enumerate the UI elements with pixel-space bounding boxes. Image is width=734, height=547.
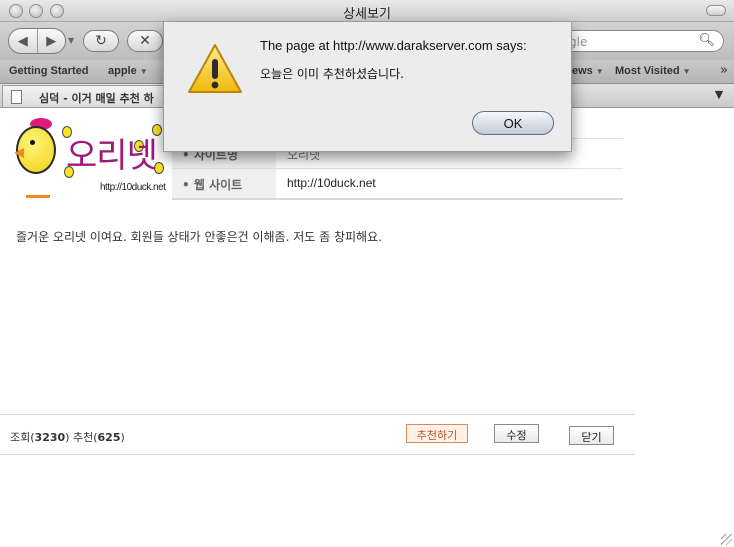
- bookmark-most-visited[interactable]: Most Visited ▼: [615, 65, 691, 77]
- warning-icon: [188, 44, 242, 93]
- search-input[interactable]: gle 🔍︎: [556, 30, 724, 52]
- toolbar-toggle-button[interactable]: [706, 5, 726, 16]
- window-titlebar: 상세보기: [0, 0, 734, 22]
- chick-feet: [26, 178, 50, 198]
- dialog-message: 오늘은 이미 추천하셨습니다.: [260, 67, 404, 81]
- tab-title: 심덕 - 이거 매일 추천 하: [39, 92, 154, 105]
- tab-list-icon[interactable]: ▼: [710, 88, 728, 104]
- close-button[interactable]: 닫기: [569, 426, 614, 445]
- stop-icon[interactable]: ✕: [127, 30, 163, 52]
- recommend-button[interactable]: 추천하기: [406, 424, 468, 443]
- dialog-title: The page at http://www.darakserver.com s…: [260, 38, 527, 53]
- resize-grip-icon[interactable]: [721, 534, 732, 545]
- reload-icon[interactable]: ↻: [83, 30, 119, 52]
- site-logo: 오리넷 http://10duck.net: [10, 118, 166, 208]
- bookmark-apple[interactable]: apple ▼: [108, 65, 148, 77]
- page-content: 오리넷 http://10duck.net • 사이트명 오리넷 • 웹 사이트…: [0, 108, 734, 547]
- logo-url-text: http://10duck.net: [100, 182, 166, 193]
- ok-button[interactable]: OK: [472, 111, 554, 135]
- divider: [0, 414, 635, 415]
- back-arrow-icon[interactable]: ◀: [9, 29, 38, 53]
- forward-arrow-icon[interactable]: ▶: [38, 29, 66, 53]
- recommend-count: 625: [97, 431, 121, 444]
- views-count: 3230: [34, 431, 66, 444]
- chevron-down-icon: ▼: [139, 67, 148, 76]
- chick-beak: [14, 148, 24, 158]
- alert-dialog: The page at http://www.darakserver.com s…: [163, 22, 572, 152]
- back-forward-group: ◀ ▶: [8, 28, 66, 54]
- window-title: 상세보기: [343, 7, 391, 22]
- chevron-down-icon: ▼: [595, 67, 604, 76]
- recommend-label: 추천: [72, 431, 94, 444]
- chick-eye: [30, 140, 35, 145]
- site-description: 즐거운 오리넷 이여요. 회원들 상태가 안좋은건 이해좀. 저도 좀 창피해요…: [16, 230, 382, 244]
- edit-button[interactable]: 수정: [494, 424, 539, 443]
- bookmarks-overflow-icon[interactable]: »: [720, 63, 728, 78]
- history-dropdown-icon[interactable]: ▼: [68, 36, 74, 45]
- chevron-down-icon: ▼: [682, 67, 691, 76]
- divider: [0, 454, 635, 455]
- bookmark-news[interactable]: ews ▼: [572, 65, 604, 77]
- search-icon[interactable]: 🔍︎: [698, 33, 715, 48]
- info-row-website: • 웹 사이트 http://10duck.net: [172, 168, 623, 198]
- document-icon: [11, 90, 22, 104]
- website-value[interactable]: http://10duck.net: [287, 176, 376, 190]
- site-stats: 조회(3230) 추천(625): [10, 431, 125, 444]
- logo-brand-text: 오리넷: [66, 136, 158, 176]
- website-label: • 웹 사이트: [172, 169, 276, 198]
- views-label: 조회: [10, 431, 31, 444]
- bookmark-getting-started[interactable]: Getting Started: [9, 65, 88, 77]
